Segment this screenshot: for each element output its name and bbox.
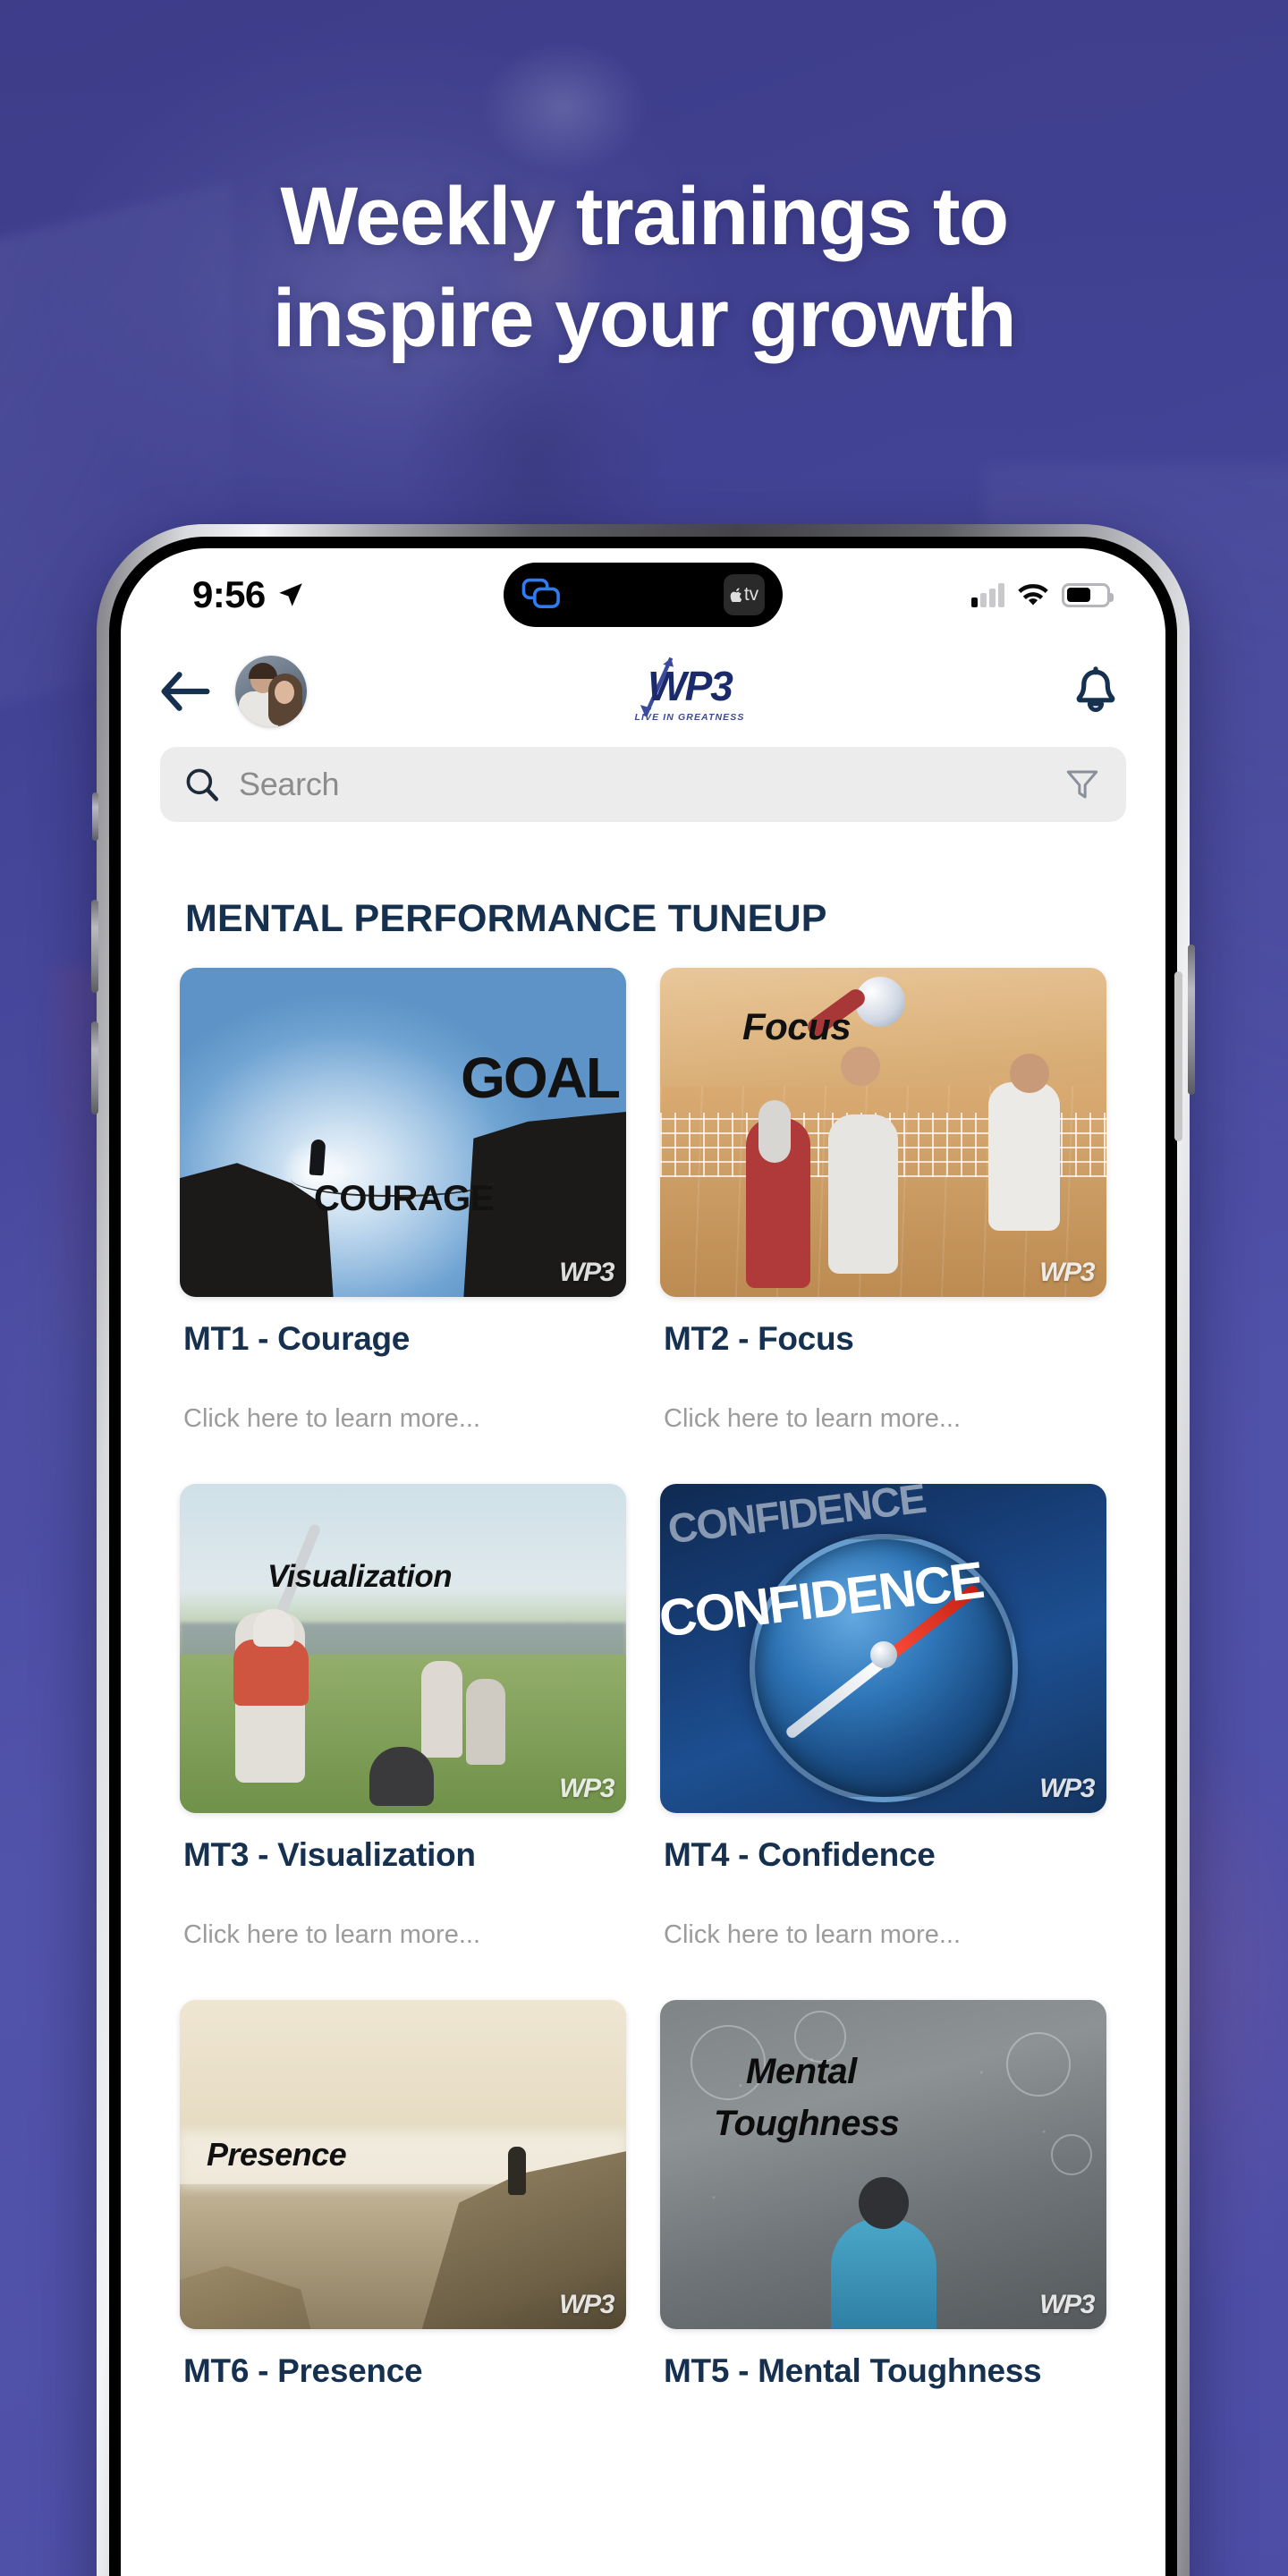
thumbnail-overlay-goal: GOAL xyxy=(461,1046,621,1110)
course-thumbnail-presence[interactable]: Presence WP3 xyxy=(180,2000,626,2329)
thumbnail-watermark: WP3 xyxy=(559,1258,614,1287)
search-icon xyxy=(186,768,219,801)
course-thumbnail-visualization[interactable]: Visualization WP3 xyxy=(180,1484,626,1813)
power-button[interactable] xyxy=(1188,945,1195,1095)
app-logo[interactable]: WP3 LIVE IN GREATNESS xyxy=(307,657,1072,724)
search-row: Search xyxy=(121,741,1165,822)
course-card-title: MT2 - Focus xyxy=(664,1320,854,1357)
app-header: WP3 LIVE IN GREATNESS xyxy=(121,641,1165,741)
course-card-subtitle[interactable]: Click here to learn more... xyxy=(664,1404,1106,1434)
cellular-signal-icon xyxy=(971,582,1004,607)
search-input[interactable]: Search xyxy=(239,766,1046,803)
course-thumbnail-confidence[interactable]: CONFIDENCE CONFIDENCE WP3 xyxy=(660,1484,1106,1813)
course-card-subtitle[interactable]: Click here to learn more... xyxy=(183,1404,626,1434)
screen-mirroring-icon xyxy=(521,577,563,613)
status-bar-right xyxy=(971,582,1114,607)
status-bar-time: 9:56 xyxy=(192,573,266,615)
thumbnail-overlay-toughness: Toughness xyxy=(714,2104,900,2143)
headline-line-2: inspire your growth xyxy=(272,273,1017,364)
course-card-title: MT6 - Presence xyxy=(183,2352,423,2389)
promo-screenshot: Weekly trainings to inspire your growth … xyxy=(0,0,1288,2576)
thumbnail-watermark: WP3 xyxy=(1039,1774,1095,1803)
thumbnail-overlay-visualization: Visualization xyxy=(267,1559,453,1594)
course-card-subtitle[interactable]: Click here to learn more... xyxy=(664,1920,1106,1950)
scrollbar-thumb[interactable] xyxy=(1174,971,1182,1141)
status-bar-left: 9:56 xyxy=(192,573,306,616)
course-card-title: MT1 - Courage xyxy=(183,1320,411,1357)
thumbnail-watermark: WP3 xyxy=(1039,1258,1095,1287)
course-card[interactable]: GOAL COURAGE WP3 MT1 - Courage Click her… xyxy=(180,968,626,1475)
thumbnail-overlay-focus: Focus xyxy=(742,1005,852,1047)
logo-tagline: LIVE IN GREATNESS xyxy=(634,712,745,723)
logo-text: WP3 xyxy=(648,663,733,709)
course-thumbnail-mental-toughness[interactable]: Mental Toughness WP3 xyxy=(660,2000,1106,2329)
apple-tv-icon: tv xyxy=(724,574,765,615)
filter-funnel-icon[interactable] xyxy=(1063,766,1101,803)
phone-mockup: 9:56 tv WP3 LIVE IN GREATNESS Search MEN… xyxy=(91,524,1195,2576)
course-card-title: MT5 - Mental Toughness xyxy=(664,2352,1042,2389)
course-thumbnail-courage[interactable]: GOAL COURAGE WP3 xyxy=(180,968,626,1297)
wifi-icon xyxy=(1018,583,1048,605)
search-bar[interactable]: Search xyxy=(160,747,1126,822)
course-card-title: MT3 - Visualization xyxy=(183,1836,476,1873)
apple-tv-label: tv xyxy=(743,584,759,605)
content-area: MENTAL PERFORMANCE TUNEUP GOAL COURAGE W… xyxy=(121,822,1165,2576)
location-arrow-icon xyxy=(278,583,302,606)
thumbnail-overlay-presence: Presence xyxy=(207,2136,347,2173)
dynamic-island[interactable]: tv xyxy=(504,563,783,627)
course-card[interactable]: Presence WP3 MT6 - Presence xyxy=(180,2000,626,2478)
avatar[interactable] xyxy=(235,656,307,727)
course-card-title: MT4 - Confidence xyxy=(664,1836,936,1873)
back-arrow-icon[interactable] xyxy=(160,672,210,711)
thumbnail-overlay-mental: Mental xyxy=(746,2052,857,2091)
bell-icon[interactable] xyxy=(1072,666,1119,716)
headline-line-1: Weekly trainings to xyxy=(280,171,1009,262)
volume-down-button[interactable] xyxy=(91,1021,98,1114)
volume-up-button[interactable] xyxy=(91,900,98,993)
thumbnail-watermark: WP3 xyxy=(559,2290,614,2319)
thumbnail-watermark: WP3 xyxy=(559,1774,614,1803)
course-card[interactable]: Visualization WP3 MT3 - Visualization Cl… xyxy=(180,1484,626,1991)
silence-switch[interactable] xyxy=(92,792,98,841)
battery-icon xyxy=(1062,582,1114,607)
course-thumbnail-focus[interactable]: Focus WP3 xyxy=(660,968,1106,1297)
section-title: MENTAL PERFORMANCE TUNEUP xyxy=(185,897,827,940)
phone-screen: 9:56 tv WP3 LIVE IN GREATNESS Search MEN… xyxy=(121,548,1165,2576)
course-card[interactable]: Mental Toughness WP3 MT5 - Mental Toughn… xyxy=(660,2000,1106,2478)
course-grid: GOAL COURAGE WP3 MT1 - Courage Click her… xyxy=(160,968,1126,2478)
status-bar: 9:56 tv xyxy=(121,548,1165,641)
thumbnail-watermark: WP3 xyxy=(1039,2290,1095,2319)
course-card[interactable]: Focus WP3 MT2 - Focus Click here to lear… xyxy=(660,968,1106,1475)
course-card[interactable]: CONFIDENCE CONFIDENCE WP3 MT4 - Confiden… xyxy=(660,1484,1106,1991)
course-card-subtitle[interactable]: Click here to learn more... xyxy=(183,1920,626,1950)
thumbnail-overlay-courage: COURAGE xyxy=(314,1179,494,1218)
promo-headline: Weekly trainings to inspire your growth xyxy=(0,175,1288,360)
